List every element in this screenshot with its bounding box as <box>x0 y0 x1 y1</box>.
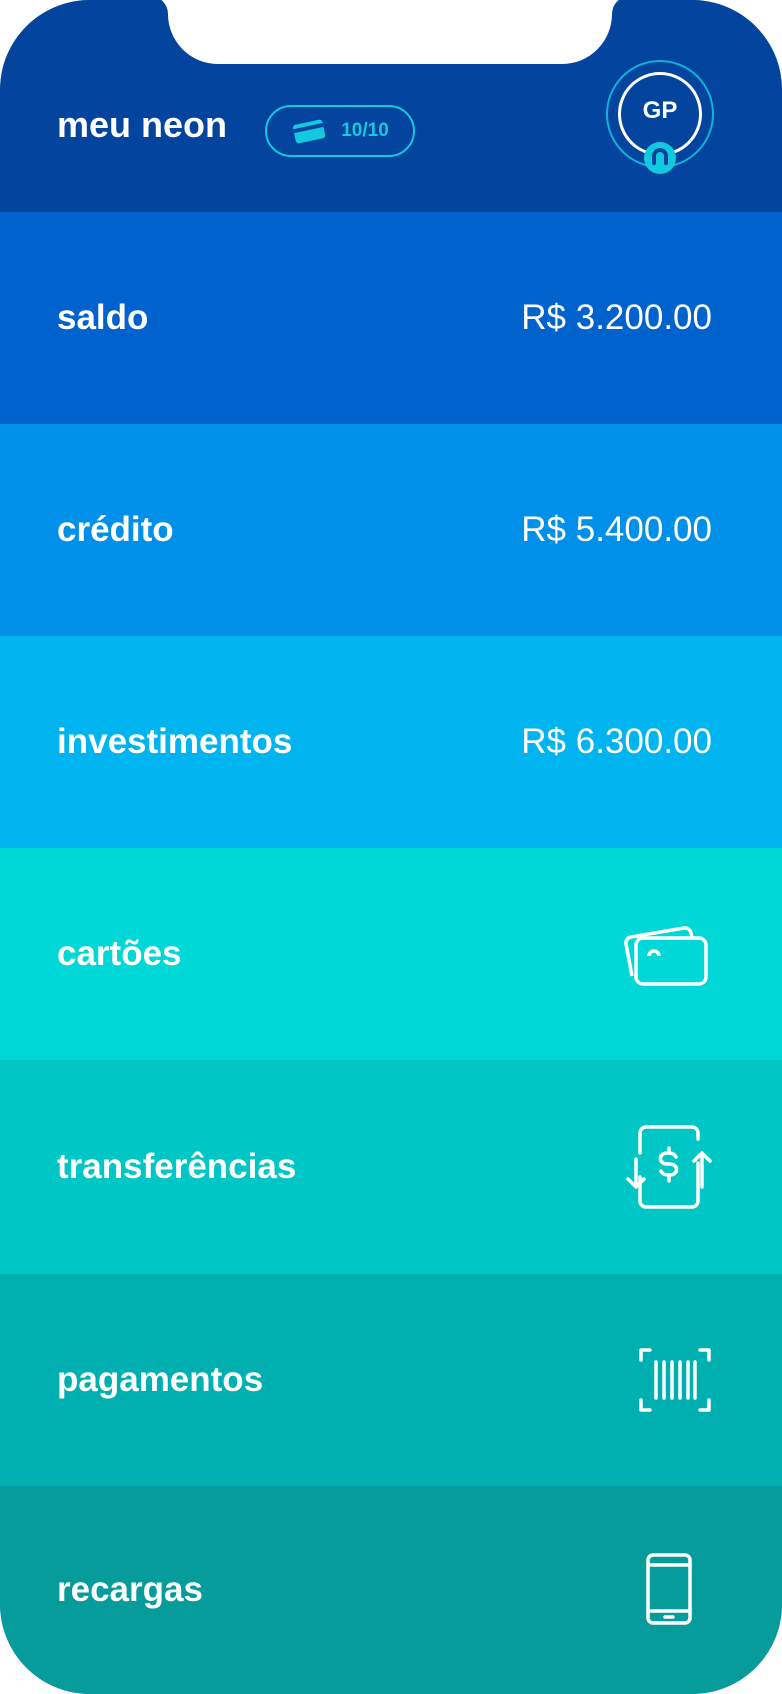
row-value: R$ 3.200.00 <box>521 298 712 337</box>
score-badge[interactable]: 10/10 <box>265 105 415 157</box>
barcode-icon <box>639 1348 711 1412</box>
row-label: recargas <box>57 1570 203 1609</box>
row-label: crédito <box>57 510 174 549</box>
menu-row-cartoes[interactable]: cartões <box>0 848 782 1060</box>
neon-logo-icon <box>644 142 676 174</box>
phone-frame: meu neon 10/10 GP saldo R$ 3.200.00 créd… <box>0 0 782 1694</box>
menu-row-recargas[interactable]: recargas <box>0 1486 782 1694</box>
card-icon <box>293 119 326 144</box>
page-title: meu neon <box>57 104 228 145</box>
row-value: R$ 6.300.00 <box>521 722 712 761</box>
avatar-initials: GP <box>642 97 678 124</box>
menu-row-saldo[interactable]: saldo R$ 3.200.00 <box>0 212 782 424</box>
cards-icon <box>624 926 708 986</box>
row-label: pagamentos <box>57 1360 264 1399</box>
menu-row-credito[interactable]: crédito R$ 5.400.00 <box>0 424 782 636</box>
device-notch <box>168 0 612 64</box>
row-label: transferências <box>57 1147 297 1186</box>
row-label: saldo <box>57 298 149 337</box>
row-label: investimentos <box>57 722 293 761</box>
transfer-icon <box>626 1125 712 1209</box>
row-value: R$ 5.400.00 <box>521 510 712 549</box>
menu-row-pagamentos[interactable]: pagamentos <box>0 1274 782 1486</box>
menu-row-transferencias[interactable]: transferências <box>0 1060 782 1274</box>
menu-row-investimentos[interactable]: investimentos R$ 6.300.00 <box>0 636 782 848</box>
avatar[interactable]: GP <box>606 60 718 174</box>
score-badge-text: 10/10 <box>341 120 389 141</box>
phone-icon <box>646 1553 692 1625</box>
row-label: cartões <box>57 934 182 973</box>
